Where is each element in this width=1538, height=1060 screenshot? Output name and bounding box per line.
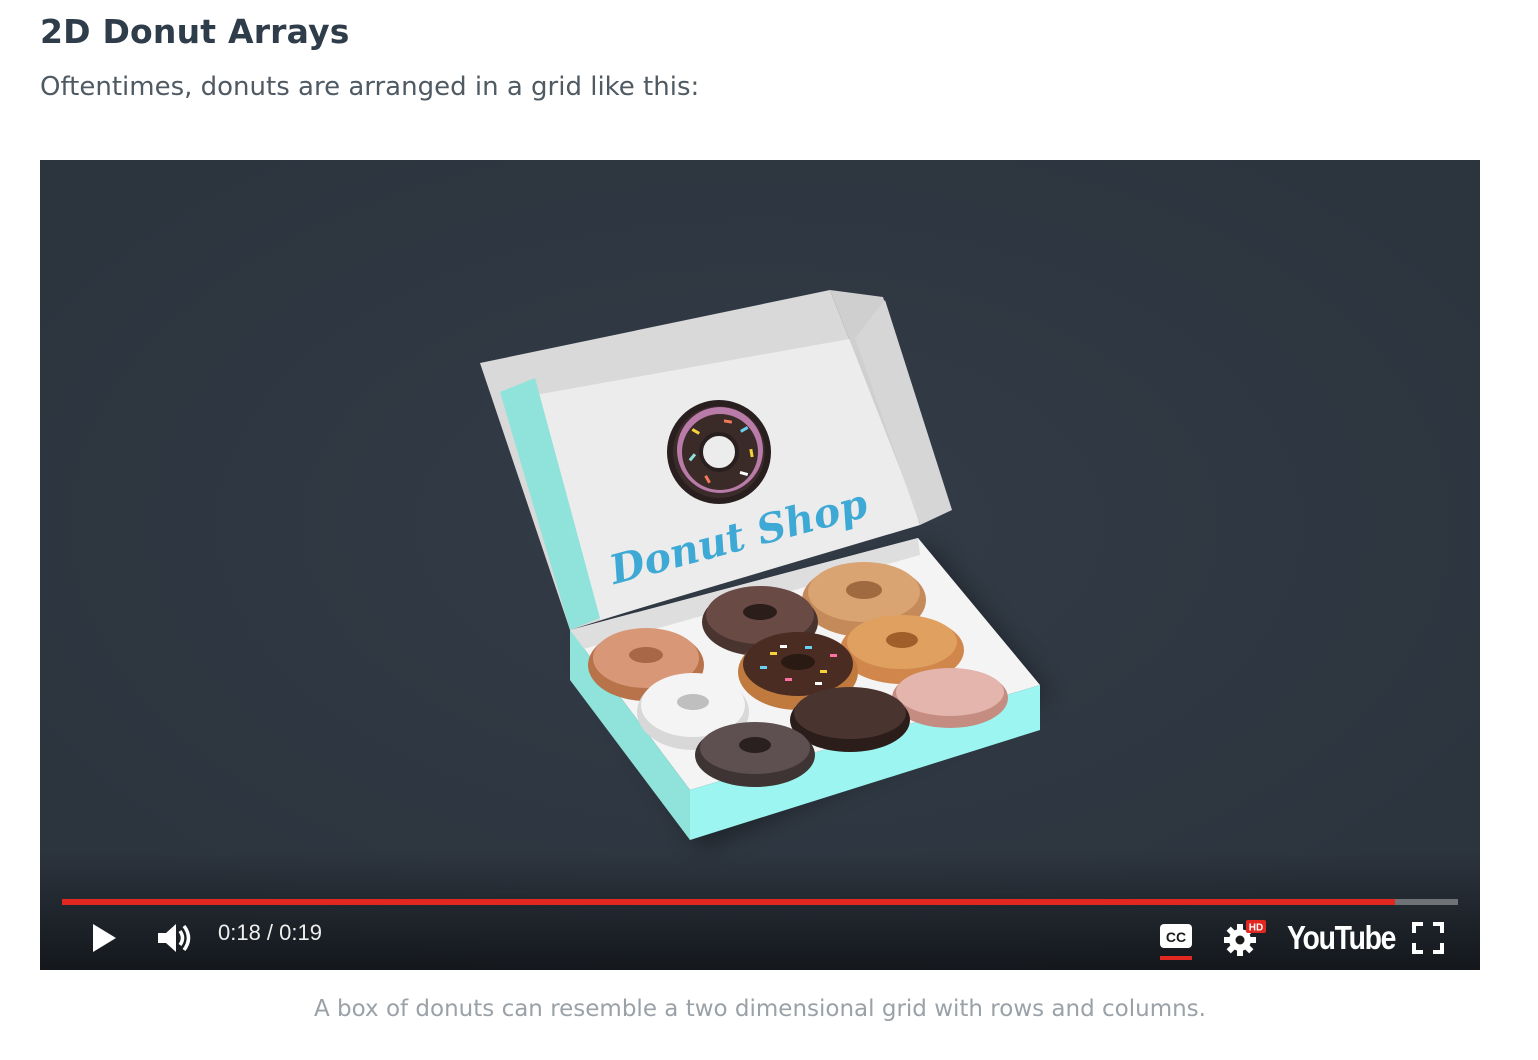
settings-button[interactable]: HD	[1222, 918, 1268, 958]
gear-icon: HD	[1224, 920, 1266, 956]
captions-button[interactable]: CC	[1156, 918, 1196, 962]
intro-text: Oftentimes, donuts are arranged in a gri…	[40, 72, 700, 102]
video-player[interactable]: Donut Shop 0:18 / 0:19 CC HD YouTube	[40, 160, 1480, 970]
page-title: 2D Donut Arrays	[40, 12, 350, 51]
volume-button[interactable]	[152, 918, 196, 958]
youtube-logo[interactable]: YouTube	[1287, 919, 1396, 957]
progress-fill	[62, 899, 1396, 905]
progress-bar[interactable]	[62, 899, 1458, 905]
fullscreen-button[interactable]	[1408, 918, 1448, 958]
fullscreen-icon	[1412, 922, 1444, 954]
play-button[interactable]	[84, 918, 124, 958]
donut-logo-icon	[667, 400, 771, 504]
play-icon	[93, 924, 116, 952]
video-caption: A box of donuts can resemble a two dimen…	[314, 996, 1206, 1022]
closed-captions-icon: CC	[1160, 924, 1192, 960]
hd-badge-label: HD	[1249, 923, 1263, 934]
time-display: 0:18 / 0:19	[218, 920, 322, 945]
video-frame[interactable]: Donut Shop	[40, 160, 1480, 970]
volume-icon	[158, 924, 191, 952]
cc-label: CC	[1166, 929, 1186, 945]
